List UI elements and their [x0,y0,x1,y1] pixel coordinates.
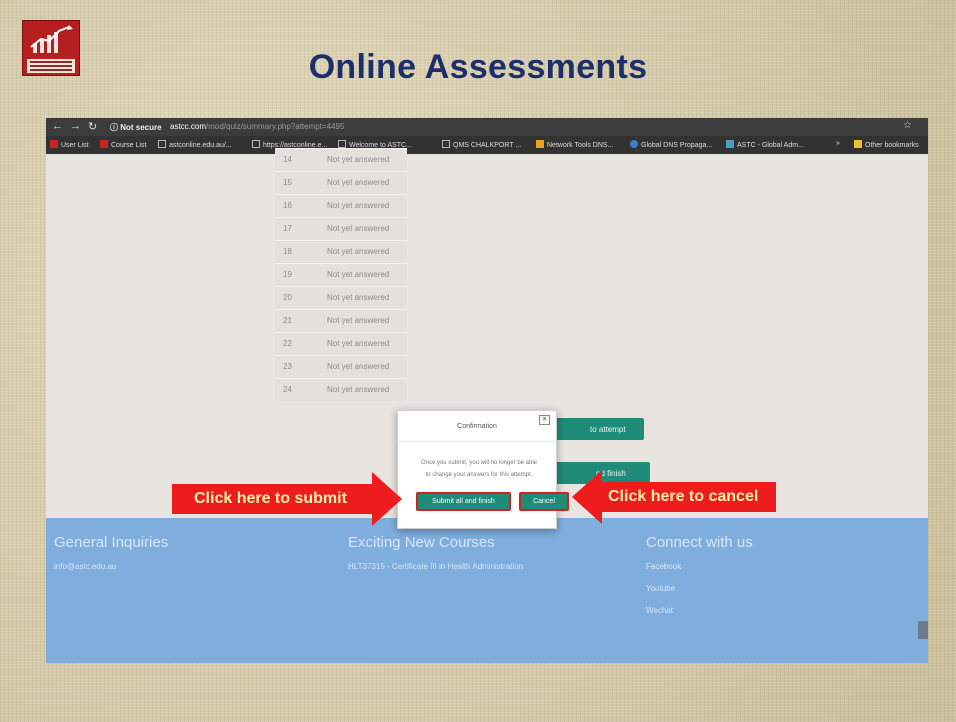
bookmark-course-list[interactable]: Course List [100,140,146,149]
url-path: /mod/quiz/summary.php?attempt=4495 [206,122,345,131]
footer-heading-connect: Connect with us [646,534,753,551]
question-status: Not yet answered [327,155,390,164]
table-row: 22 Not yet answered [275,332,407,355]
question-number: 17 [283,224,292,233]
footer-course-link[interactable]: HLT37315 - Certificate III in Health Adm… [348,562,523,571]
site-footer: General Inquiries info@astc.edu.au Excit… [46,518,928,663]
close-icon[interactable]: × [539,415,550,425]
question-number: 16 [283,201,292,210]
question-status: Not yet answered [327,339,390,348]
bookmark-qms-chalkport[interactable]: QMS CHALKPORT ... [442,140,521,149]
dialog-message: Once you submit, you will no longer be a… [412,457,546,481]
browser-toolbar: ← → ↻ ⓘ Not secure astcc.com/mod/quiz/su… [46,118,928,136]
table-row: 14 Not yet answered [275,148,407,171]
question-status: Not yet answered [327,293,390,302]
reload-icon[interactable]: ↻ [88,120,97,133]
confirmation-dialog: Confirmation × Once you submit, you will… [397,410,569,529]
footer-heading-courses: Exciting New Courses [348,534,495,551]
dialog-message-line: to change your answers for this attempt. [425,472,533,478]
bookmark-global-dns[interactable]: Global DNS Propaga... [630,140,712,149]
cancel-callout-text: Click here to cancel [608,488,759,505]
security-indicator[interactable]: ⓘ Not secure [110,122,162,133]
table-row: 24 Not yet answered [275,378,407,401]
submit-callout-arrow: Click here to submit [172,472,402,526]
table-row: 17 Not yet answered [275,217,407,240]
question-number: 22 [283,339,292,348]
url-host: astcc.com [170,122,207,131]
question-status: Not yet answered [327,247,390,256]
address-bar[interactable]: astcc.com/mod/quiz/summary.php?attempt=4… [170,122,344,131]
bookmark-star-icon[interactable]: ☆ [903,120,912,131]
question-number: 19 [283,270,292,279]
forward-icon[interactable]: → [70,120,81,132]
footer-wechat-link[interactable]: Wechat [646,606,673,615]
question-number: 23 [283,362,292,371]
question-status: Not yet answered [327,385,390,394]
bookmark-astc-global-admin[interactable]: ASTC - Global Adm... [726,140,804,149]
slide-title: Online Assessments [308,48,648,86]
dialog-message-line: Once you submit, you will no longer be a… [420,460,538,466]
submit-all-and-finish-button[interactable]: Submit all and finish [416,492,511,511]
return-to-attempt-button[interactable]: to attempt [546,418,644,440]
dialog-title: Confirmation [457,423,497,430]
table-row: 15 Not yet answered [275,171,407,194]
bookmarks-bar: User List Course List astconline.edu.au/… [46,136,928,154]
question-status: Not yet answered [327,316,390,325]
bookmarks-overflow-icon[interactable]: » [836,140,840,147]
table-row: 21 Not yet answered [275,309,407,332]
back-icon[interactable]: ← [52,120,63,132]
dialog-divider [398,441,556,442]
question-status: Not yet answered [327,178,390,187]
question-number: 24 [283,385,292,394]
bookmark-network-tools[interactable]: Network Tools DNS... [536,140,613,149]
table-row: 20 Not yet answered [275,286,407,309]
bookmark-astconline[interactable]: astconline.edu.au/... [158,140,232,149]
submit-callout-text: Click here to submit [194,490,347,507]
question-status: Not yet answered [327,224,390,233]
question-number: 14 [283,155,292,164]
scrollbar-thumb[interactable] [918,621,928,639]
footer-email-link[interactable]: info@astc.edu.au [54,562,116,571]
browser-window: ← → ↻ ⓘ Not secure astcc.com/mod/quiz/su… [46,118,928,663]
table-row: 23 Not yet answered [275,355,407,378]
footer-heading-inquiries: General Inquiries [54,534,169,551]
question-status: Not yet answered [327,362,390,371]
question-number: 18 [283,247,292,256]
question-number: 15 [283,178,292,187]
table-row: 18 Not yet answered [275,240,407,263]
question-status: Not yet answered [327,201,390,210]
bookmark-other[interactable]: Other bookmarks [854,140,919,149]
table-row: 16 Not yet answered [275,194,407,217]
question-number: 21 [283,316,292,325]
question-number: 20 [283,293,292,302]
footer-facebook-link[interactable]: Facebook [646,562,681,571]
footer-youtube-link[interactable]: Youtube [646,584,675,593]
question-status: Not yet answered [327,270,390,279]
cancel-button[interactable]: Cancel [519,492,569,511]
bookmark-user-list[interactable]: User List [50,140,89,149]
cancel-callout-arrow: Click here to cancel [572,470,776,524]
table-row: 19 Not yet answered [275,263,407,286]
